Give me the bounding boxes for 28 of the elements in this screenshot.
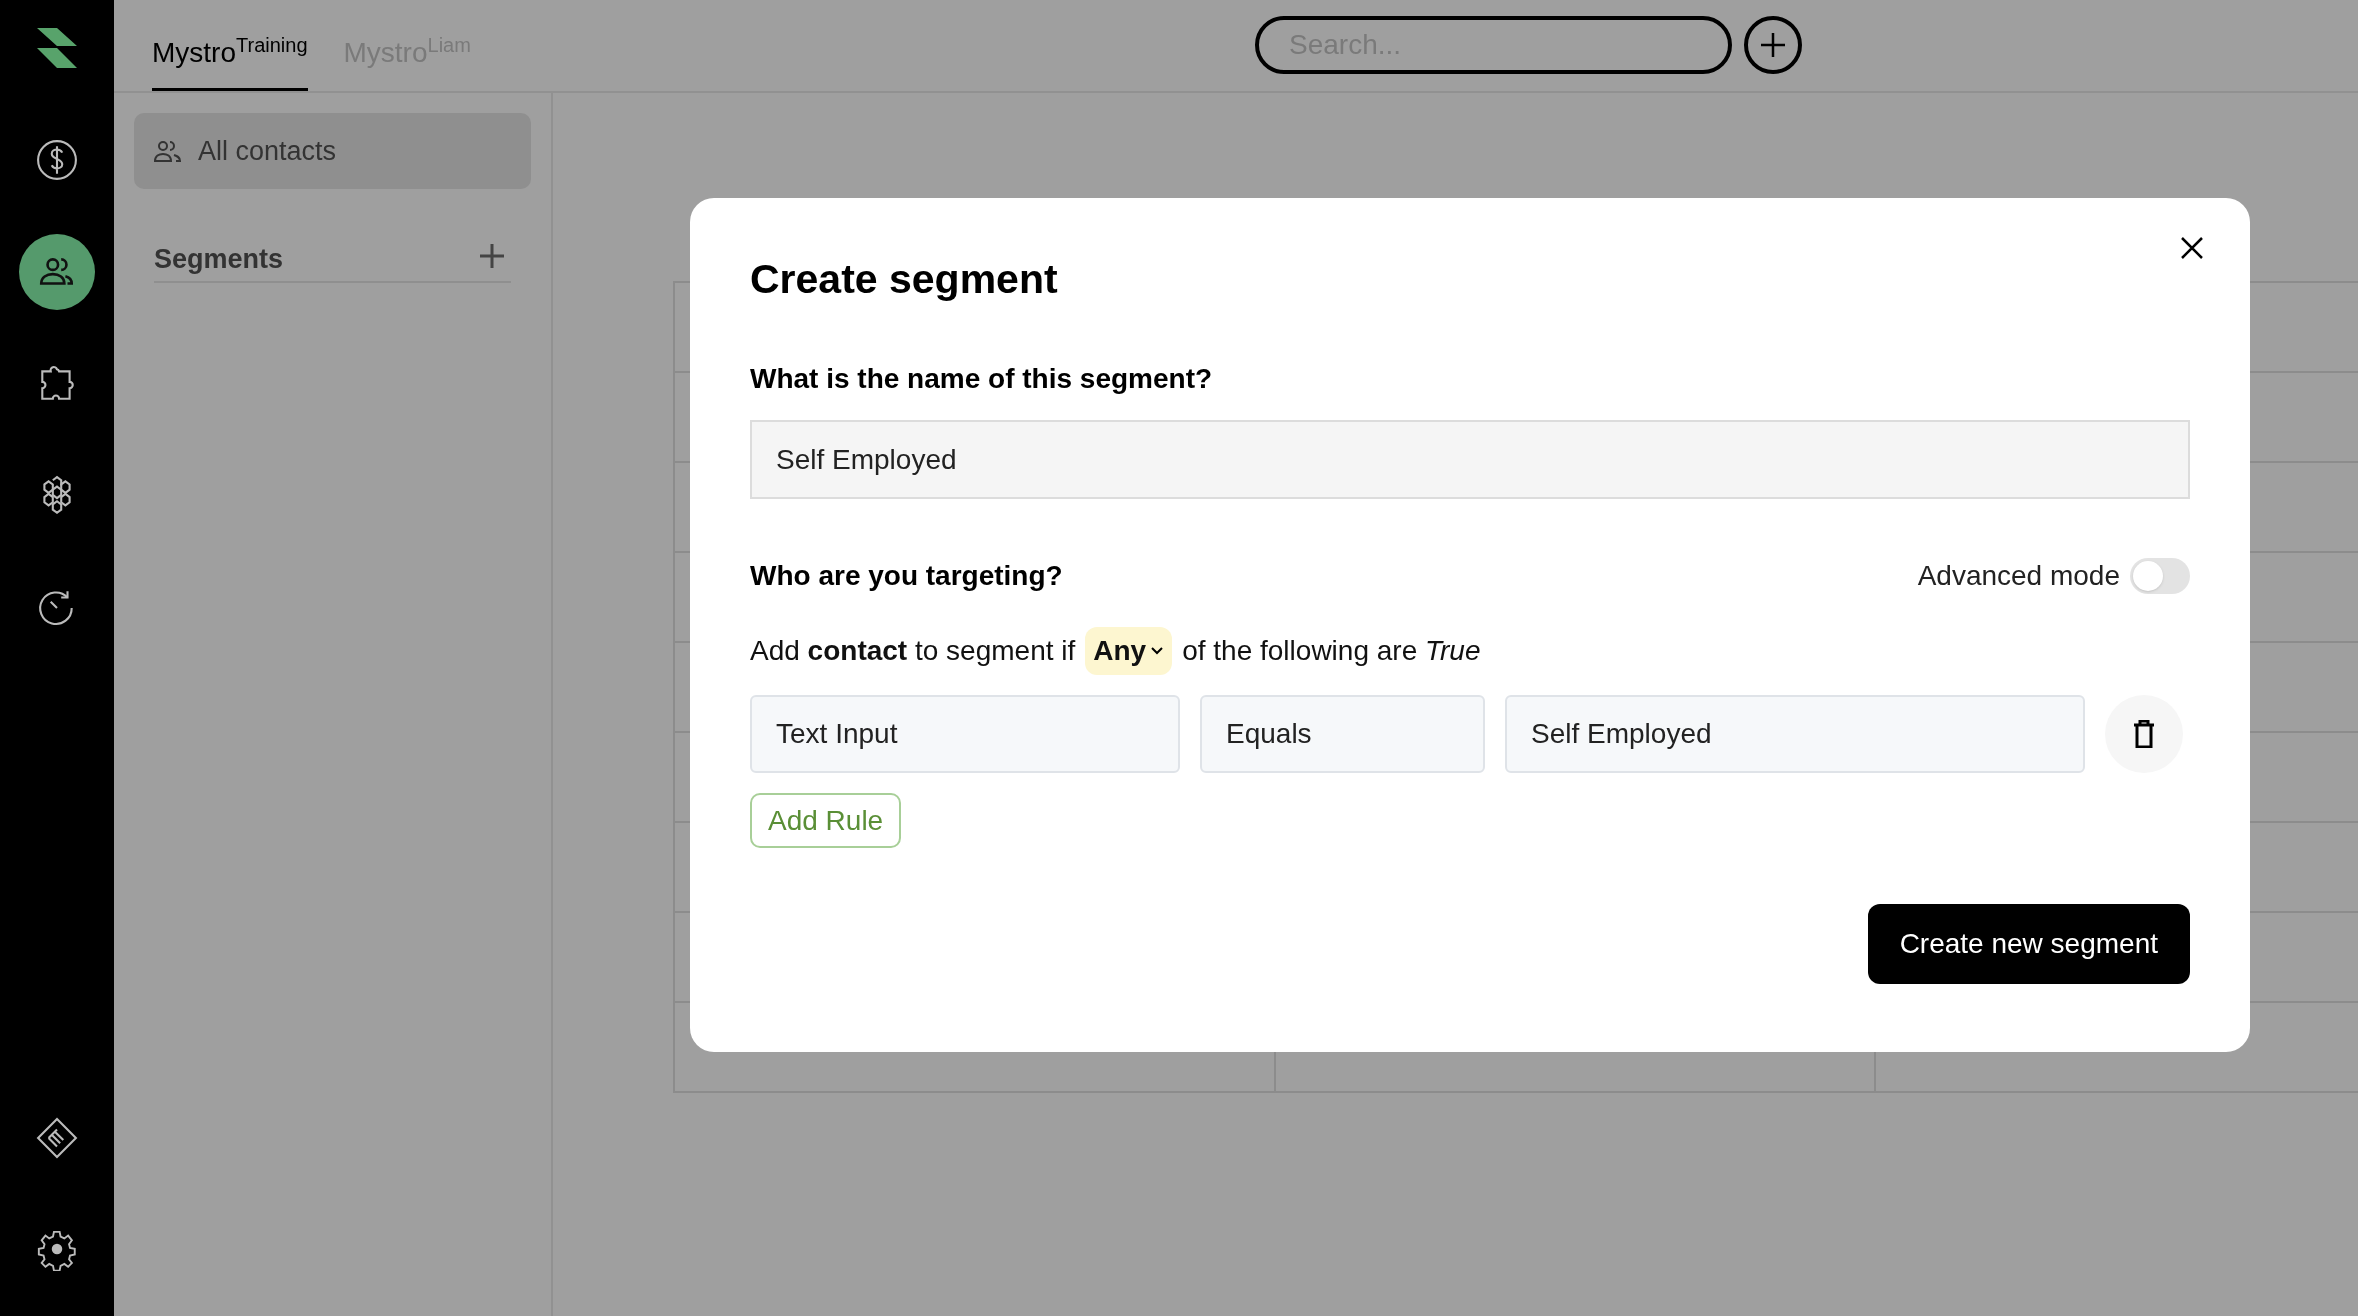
segments-heading: Segments bbox=[154, 243, 284, 276]
rule-value[interactable]: Self Employed bbox=[1505, 695, 2085, 773]
plus-icon bbox=[1759, 31, 1787, 59]
chevron-down-icon bbox=[1150, 646, 1165, 656]
logo-icon[interactable] bbox=[37, 28, 77, 68]
tab[interactable]: Mystro$^{Training}$ bbox=[152, 32, 308, 91]
name-question: What is the name of this segment? bbox=[750, 362, 1214, 396]
modal-title: Create segment bbox=[750, 255, 1059, 304]
rule-field[interactable]: Text Input bbox=[750, 695, 1180, 773]
handshake-icon bbox=[36, 1117, 78, 1159]
add-rule-button[interactable]: Add Rule bbox=[750, 793, 902, 848]
match-dropdown[interactable]: Any bbox=[1085, 627, 1173, 675]
name-field[interactable]: Self Employed bbox=[750, 420, 2190, 499]
targeting-question: Who are you targeting? bbox=[750, 559, 1063, 593]
users-icon bbox=[154, 140, 182, 162]
advanced-mode-label: Advanced mode bbox=[1917, 559, 2120, 593]
rule-operator[interactable]: Equals bbox=[1200, 695, 1485, 773]
advanced-mode-toggle[interactable] bbox=[2130, 558, 2190, 594]
all-contacts-item[interactable]: All contacts bbox=[134, 113, 531, 189]
add-segment-icon[interactable] bbox=[479, 243, 505, 269]
condition-text: of the following are True bbox=[1182, 634, 1481, 668]
create-segment-button[interactable]: Create new segment bbox=[1867, 904, 2190, 984]
add-button[interactable] bbox=[1744, 16, 1802, 74]
trash-icon bbox=[2133, 720, 2155, 748]
condition-text: Add contact to segment if bbox=[750, 634, 1076, 668]
dollar-icon bbox=[36, 139, 78, 181]
close-icon bbox=[2180, 236, 2204, 260]
gear-icon bbox=[36, 1229, 78, 1271]
